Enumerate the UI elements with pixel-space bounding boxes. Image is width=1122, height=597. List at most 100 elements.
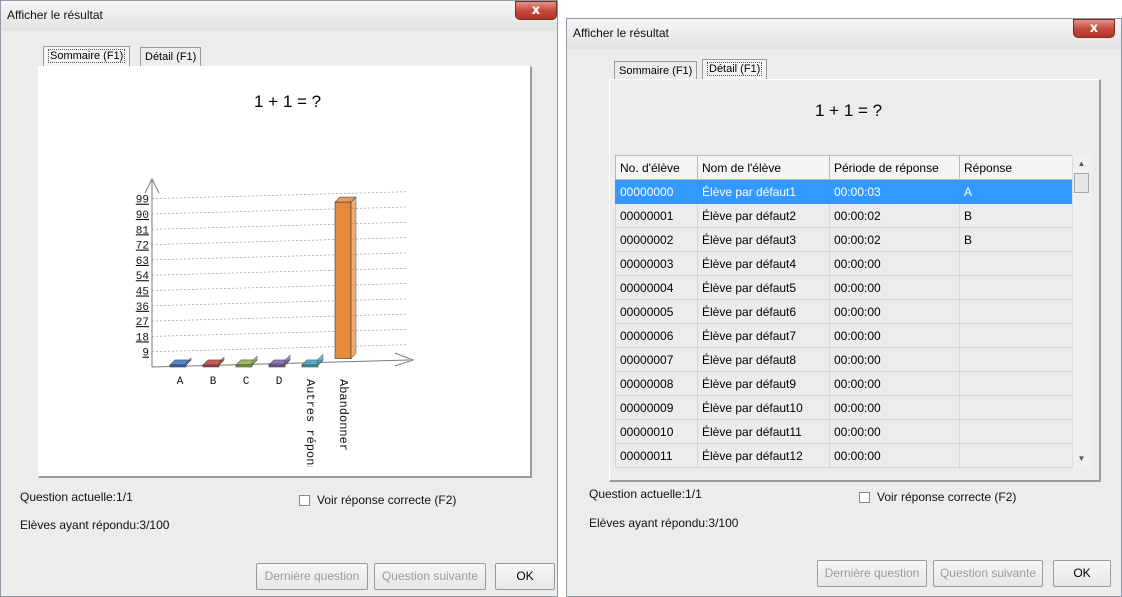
x-category-label: C <box>243 376 250 388</box>
title-bar: Afficher le résultat x <box>567 19 1121 49</box>
current-question-label: Question actuelle:1/1 <box>589 487 702 501</box>
gridline <box>151 313 408 322</box>
y-tick-label: 54 <box>136 271 150 283</box>
table-row[interactable]: 00000008 Élève par défaut9 00:00:00 <box>615 371 1073 396</box>
student-name-cell: Élève par défaut8 <box>697 347 830 372</box>
table-row[interactable]: 00000002 Élève par défaut3 00:00:02 B <box>615 227 1073 252</box>
close-button[interactable]: x <box>1073 19 1115 38</box>
answer-cell <box>959 323 1073 348</box>
y-tick-label: 36 <box>136 302 149 314</box>
student-name-cell: Élève par défaut11 <box>697 419 830 444</box>
response-time-cell: 00:00:00 <box>829 371 960 396</box>
student-name-cell: Élève par défaut1 <box>697 179 830 204</box>
tab-detail[interactable]: Détail (F1) <box>140 47 202 67</box>
ok-button[interactable]: OK <box>1053 560 1111 587</box>
col-header-answer[interactable]: Réponse <box>959 155 1073 180</box>
table-row[interactable]: 00000005 Élève par défaut6 00:00:00 <box>615 299 1073 324</box>
y-tick-label: 18 <box>136 332 149 344</box>
show-correct-answer-checkbox[interactable] <box>859 492 870 503</box>
response-time-cell: 00:00:00 <box>829 395 960 420</box>
response-time-cell: 00:00:00 <box>829 419 960 444</box>
y-tick-label: 63 <box>136 256 149 268</box>
table-scrollbar[interactable]: ▲ ▼ <box>1072 155 1091 468</box>
student-number-cell: 00000008 <box>615 371 698 396</box>
ok-button[interactable]: OK <box>495 563 555 590</box>
table-row[interactable]: 00000001 Élève par défaut2 00:00:02 B <box>615 203 1073 228</box>
table-row[interactable]: 00000003 Élève par défaut4 00:00:00 <box>615 251 1073 276</box>
tab-detail[interactable]: Détail (F1) <box>702 59 768 79</box>
show-correct-answer-checkbox[interactable] <box>299 495 310 506</box>
x-axis-arrow-icon <box>394 352 415 367</box>
results-bar-chart: 9 18 27 36 45 54 63 72 81 90 99 A B C D Autres réponses… <box>136 177 415 467</box>
student-name-cell: Élève par défaut2 <box>697 203 830 228</box>
table-row[interactable]: 00000009 Élève par défaut10 00:00:00 <box>615 395 1073 420</box>
student-number-cell: 00000006 <box>615 323 698 348</box>
student-name-cell: Élève par défaut5 <box>697 275 830 300</box>
student-name-cell: Élève par défaut7 <box>697 323 830 348</box>
table-row[interactable]: 00000011 Élève par défaut12 00:00:00 <box>615 443 1073 468</box>
answered-count-label: Elèves ayant répondu:3/100 <box>589 516 739 530</box>
table-header-row: No. d'élève Nom de l'élève Période de ré… <box>615 155 1073 180</box>
table-row[interactable]: 00000007 Élève par défaut8 00:00:00 <box>615 347 1073 372</box>
close-button[interactable]: x <box>515 1 557 20</box>
next-question-button[interactable]: Question suivante <box>933 560 1043 587</box>
title-bar: Afficher le résultat x <box>1 1 557 31</box>
student-number-cell: 00000011 <box>615 443 698 468</box>
table-row[interactable]: 00000006 Élève par défaut7 00:00:00 <box>615 323 1073 348</box>
x-category-label: D <box>276 376 283 388</box>
col-header-response-time[interactable]: Période de réponse <box>829 155 960 180</box>
answer-cell <box>959 251 1073 276</box>
table-row[interactable]: 00000010 Élève par défaut11 00:00:00 <box>615 419 1073 444</box>
gridline <box>151 237 408 245</box>
x-category-label: A <box>177 376 184 388</box>
tab-sommaire[interactable]: Sommaire (F1) <box>614 61 698 81</box>
show-correct-answer-label: Voir réponse correcte (F2) <box>317 493 457 507</box>
answer-cell <box>959 347 1073 372</box>
response-time-cell: 00:00:00 <box>829 275 960 300</box>
response-time-cell: 00:00:02 <box>829 203 960 228</box>
response-time-cell: 00:00:00 <box>829 323 960 348</box>
gridline <box>151 191 408 200</box>
response-time-cell: 00:00:02 <box>829 227 960 252</box>
bar-side-face <box>350 196 357 360</box>
gridline <box>151 252 408 261</box>
student-number-cell: 00000002 <box>615 227 698 252</box>
show-correct-answer-label: Voir réponse correcte (F2) <box>877 490 1017 504</box>
answer-cell: B <box>959 203 1073 228</box>
gridline <box>151 206 408 215</box>
answered-count-label: Elèves ayant répondu:3/100 <box>20 518 170 532</box>
previous-question-button[interactable]: Dernière question <box>817 560 927 587</box>
gridline <box>151 267 408 276</box>
student-number-cell: 00000000 <box>615 179 698 204</box>
gridline <box>151 298 408 307</box>
previous-question-button[interactable]: Dernière question <box>256 563 368 590</box>
table-row[interactable]: 00000000 Élève par défaut1 00:00:03 A <box>615 179 1073 204</box>
y-tick-label: 90 <box>136 210 149 222</box>
y-tick-label: 27 <box>136 317 149 329</box>
detail-panel: 1 + 1 = ? No. d'élève Nom de l'élève Pér… <box>609 79 1101 482</box>
student-name-cell: Élève par défaut9 <box>697 371 830 396</box>
result-window-detail: Afficher le résultat x Sommaire (F1) Dét… <box>566 18 1122 597</box>
tab-sommaire-label: Sommaire (F1) <box>48 49 126 63</box>
bar-side-face <box>317 353 324 366</box>
response-time-cell: 00:00:00 <box>829 299 960 324</box>
col-header-student-number[interactable]: No. d'élève <box>615 155 698 180</box>
response-time-cell: 00:00:00 <box>829 251 960 276</box>
tab-detail-label: Détail (F1) <box>145 51 197 63</box>
answer-cell: B <box>959 227 1073 252</box>
next-question-button[interactable]: Question suivante <box>374 563 486 590</box>
tab-sommaire[interactable]: Sommaire (F1) <box>43 46 131 66</box>
scrollbar-thumb[interactable] <box>1074 173 1089 193</box>
table-row[interactable]: 00000004 Élève par défaut5 00:00:00 <box>615 275 1073 300</box>
y-tick-label: 72 <box>136 241 149 253</box>
student-number-cell: 00000010 <box>615 419 698 444</box>
col-header-student-name[interactable]: Nom de l'élève <box>697 155 830 180</box>
scroll-down-icon[interactable]: ▼ <box>1073 452 1090 466</box>
student-number-cell: 00000009 <box>615 395 698 420</box>
y-tick-label: 9 <box>142 348 149 360</box>
scroll-up-icon[interactable]: ▲ <box>1073 157 1090 171</box>
question-heading: 1 + 1 = ? <box>815 101 883 120</box>
tab-detail-label: Détail (F1) <box>707 62 763 76</box>
x-category-label: B <box>210 376 217 388</box>
window-title: Afficher le résultat <box>573 26 669 40</box>
